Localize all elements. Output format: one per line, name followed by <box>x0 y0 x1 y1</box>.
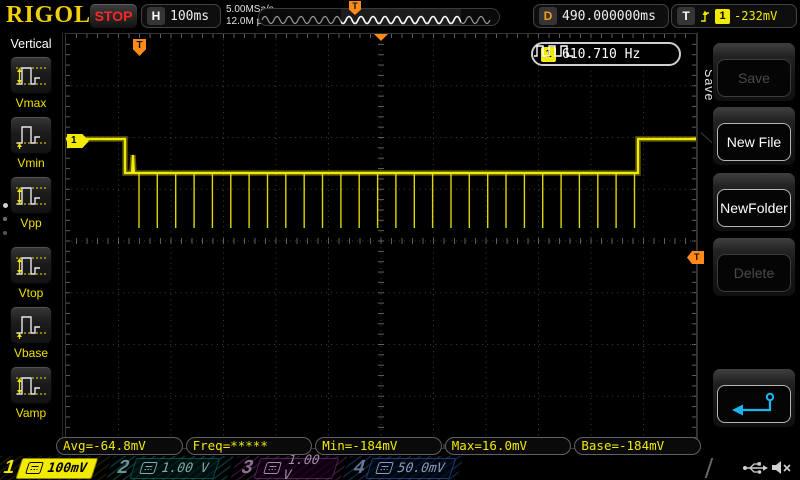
channel-scale-block: 1.00 V <box>129 458 220 479</box>
menu-item-label: Vpp <box>0 216 62 230</box>
t-key-label: T <box>677 7 695 25</box>
vtop-icon <box>14 250 48 280</box>
channel-scale: 1.00 V <box>159 461 211 476</box>
ch1-waveform-trace <box>66 139 696 228</box>
softkey-back <box>712 368 796 428</box>
dc-coupling-icon <box>139 462 158 474</box>
timebase-value: 100ms <box>170 9 209 24</box>
measurement-base: Base=-184mV <box>574 437 701 455</box>
trigger-box: T 1 -232mV <box>671 4 797 28</box>
vmax-icon <box>14 60 48 90</box>
channel-3-status[interactable]: 3 1.00 V <box>230 456 348 480</box>
left-measure-menu: Vertical Vmax Vmin <box>0 32 63 453</box>
square-wave-icon <box>533 44 575 57</box>
softkey-new-folder: NewFolder <box>712 172 796 232</box>
measurement-avg: Avg=-64.8mV <box>56 437 183 455</box>
usb-icon <box>742 460 769 476</box>
measurement-min: Min=-184mV <box>315 437 442 455</box>
dc-coupling-icon <box>25 462 44 474</box>
back-button[interactable] <box>717 385 791 423</box>
menu-item-label: Vmin <box>0 156 62 170</box>
menu-scroll-dot <box>3 217 7 221</box>
channel-scale: 50.0mV <box>395 461 447 476</box>
horizontal-timebase-box[interactable]: H 100ms <box>141 4 221 28</box>
menu-item-vtop[interactable]: Vtop <box>0 246 62 300</box>
vamp-icon <box>14 370 48 400</box>
oscilloscope-screen: RIGOL STOP H 100ms 5.00MSa/s 12.0M pts T… <box>0 0 800 480</box>
d-key-label: D <box>539 7 557 25</box>
trigger-source-badge: 1 <box>715 9 730 24</box>
menu-scroll-dot <box>3 231 7 235</box>
trigger-slope-icon <box>699 9 711 24</box>
channel-4-status[interactable]: 4 50.0mV <box>342 456 464 480</box>
speaker-muted-icon[interactable] <box>770 459 793 476</box>
graticule <box>66 34 696 448</box>
status-divider <box>705 458 713 478</box>
menu-item-vamp[interactable]: Vamp <box>0 366 62 420</box>
vmin-icon <box>14 120 48 150</box>
vbase-icon <box>14 310 48 340</box>
trigger-level-value: -232mV <box>734 9 777 23</box>
vpp-icon <box>14 180 48 210</box>
run-state-indicator[interactable]: STOP <box>90 4 137 28</box>
top-status-bar: RIGOL STOP H 100ms 5.00MSa/s 12.0M pts T… <box>0 0 800 32</box>
frequency-counter: 1 610.710 Hz <box>531 42 681 66</box>
channel-scale: 1.00 V <box>281 453 333 480</box>
waveform-memory-bar <box>258 8 500 26</box>
new-folder-button[interactable]: NewFolder <box>717 189 791 227</box>
channel-status-bar: 1 100mV 2 1.00 V 3 1.00 V 4 50.0mV <box>0 456 800 480</box>
channel-scale-block: 100mV <box>15 458 98 479</box>
dc-coupling-icon <box>263 462 282 474</box>
channel-scale-block: 50.0mV <box>365 458 456 479</box>
waveform-display-area: T 1 T 1 610.710 Hz <box>65 33 697 449</box>
rigol-logo: RIGOL <box>6 2 91 29</box>
menu-item-label: Vtop <box>0 286 62 300</box>
return-arrow-icon <box>726 391 782 417</box>
menu-item-vbase[interactable]: Vbase <box>0 306 62 360</box>
horizontal-center-indicator-icon <box>374 34 388 41</box>
menu-scroll-dot <box>3 203 8 208</box>
menu-item-vmax[interactable]: Vmax <box>0 56 62 110</box>
channel-scale: 100mV <box>45 461 89 476</box>
dc-coupling-icon <box>375 462 394 474</box>
measurement-freq: Freq=***** <box>186 437 313 455</box>
h-key-label: H <box>147 7 165 25</box>
memory-waveform-icon <box>259 9 499 25</box>
measurement-max: Max=16.0mV <box>445 437 572 455</box>
menu-item-label: Vamp <box>0 406 62 420</box>
channel-1-status[interactable]: 1 100mV <box>0 456 112 480</box>
right-save-menu: Save Save New File NewFolder Delete <box>697 32 800 453</box>
new-file-button[interactable]: New File <box>717 123 791 161</box>
left-menu-title: Vertical <box>0 37 62 51</box>
save-button[interactable]: Save <box>717 59 791 97</box>
menu-item-label: Vmax <box>0 96 62 110</box>
menu-item-label: Vbase <box>0 346 62 360</box>
softkey-new-file: New File <box>712 106 796 166</box>
softkey-delete: Delete <box>712 237 796 297</box>
softkey-save: Save <box>712 42 796 102</box>
channel-scale-block: 1.00 V <box>253 458 339 479</box>
channel-2-status[interactable]: 2 1.00 V <box>106 456 234 480</box>
menu-item-vmin[interactable]: Vmin <box>0 116 62 170</box>
delay-value: 490.000000ms <box>562 9 656 24</box>
graticule-and-trace <box>66 34 696 448</box>
menu-item-vpp[interactable]: Vpp <box>0 176 62 230</box>
delay-box: D 490.000000ms <box>533 4 669 28</box>
measurement-readout-bar: Avg=-64.8mV Freq=***** Min=-184mV Max=16… <box>56 437 701 455</box>
delete-button[interactable]: Delete <box>717 254 791 292</box>
